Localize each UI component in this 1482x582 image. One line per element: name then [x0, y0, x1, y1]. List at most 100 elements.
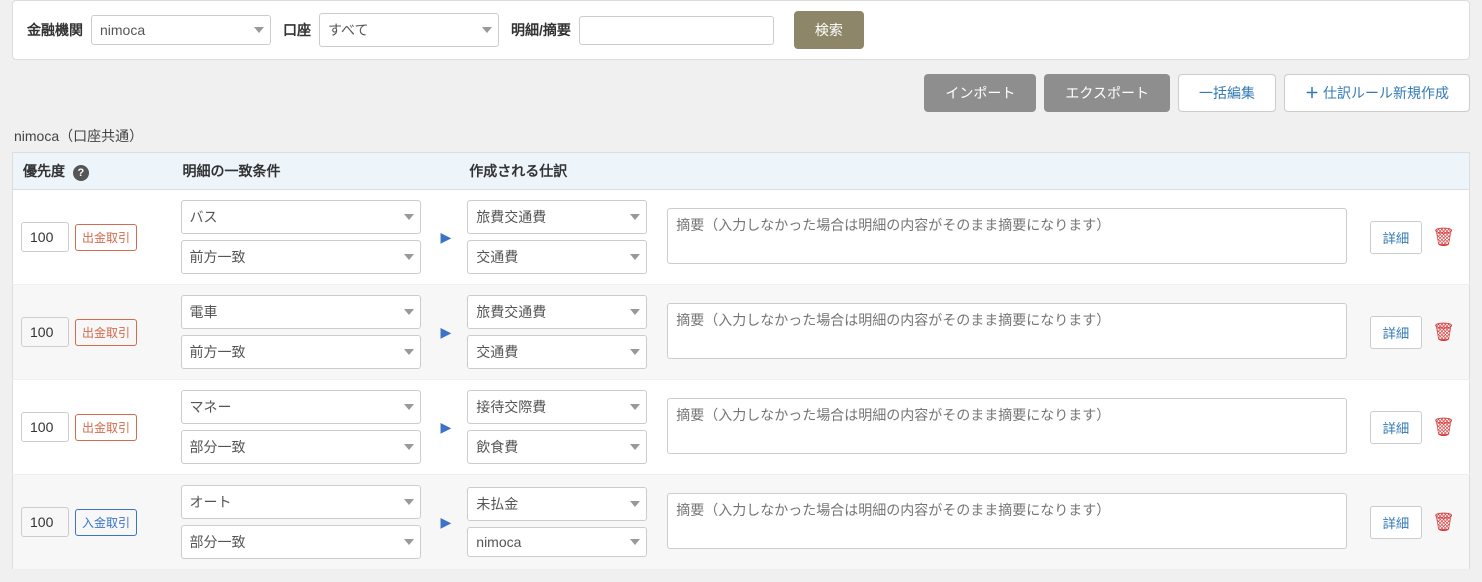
- chevron-down-icon: [404, 404, 414, 410]
- category1-value: 旅費交通費: [476, 209, 546, 225]
- summary-textarea[interactable]: [667, 398, 1347, 454]
- account-value: すべて: [328, 22, 368, 38]
- category1-value: 旅費交通費: [476, 304, 546, 320]
- category1-select[interactable]: 未払金: [467, 487, 647, 521]
- match-type-value: 前方一致: [190, 249, 246, 265]
- section-heading: nimoca（口座共通）: [14, 126, 1470, 146]
- chevron-down-icon: [404, 309, 414, 315]
- chevron-down-icon: [630, 501, 640, 507]
- import-button[interactable]: インポート: [924, 74, 1036, 112]
- plus-icon: ＋: [1305, 83, 1319, 103]
- category1-select[interactable]: 旅費交通費: [467, 200, 647, 234]
- match-type-select[interactable]: 前方一致: [181, 335, 421, 369]
- match-type-select[interactable]: 部分一致: [181, 525, 421, 559]
- keyword-value: マネー: [190, 399, 232, 415]
- table-row: 100出金取引 電車前方一致 ▶ 旅費交通費交通費 詳細 🗑: [13, 285, 1470, 380]
- new-rule-label: 仕訳ルール新規作成: [1323, 83, 1449, 103]
- account-label: 口座: [283, 20, 311, 40]
- match-type-value: 前方一致: [190, 344, 246, 360]
- direction-tag: 出金取引: [75, 414, 137, 441]
- priority-input[interactable]: 100: [21, 412, 69, 442]
- col-conditions: 明細の一致条件: [173, 153, 433, 190]
- priority-input[interactable]: 100: [21, 507, 69, 537]
- col-actions: [1360, 153, 1470, 190]
- help-icon[interactable]: ?: [73, 165, 89, 181]
- category2-select[interactable]: 交通費: [467, 335, 647, 369]
- rules-table: 優先度 ? 明細の一致条件 作成される仕訳 100出金取引バス前方一致▶旅費交通…: [12, 152, 1470, 570]
- chevron-down-icon: [404, 214, 414, 220]
- match-type-value: 部分一致: [190, 534, 246, 550]
- chevron-down-icon: [630, 309, 640, 315]
- chevron-down-icon: [630, 254, 640, 260]
- trash-icon[interactable]: 🗑: [1426, 417, 1461, 437]
- category1-value: 未払金: [476, 496, 518, 512]
- direction-tag: 入金取引: [75, 509, 137, 536]
- table-row: 100出金取引 バス前方一致 ▶ 旅費交通費交通費 詳細 🗑: [13, 190, 1470, 285]
- summary-textarea[interactable]: [667, 303, 1347, 359]
- keyword-select[interactable]: 電車: [181, 295, 421, 329]
- chevron-down-icon: [630, 539, 640, 545]
- arrow-right-icon: ▶: [441, 229, 452, 245]
- chevron-down-icon: [404, 254, 414, 260]
- match-type-select[interactable]: 部分一致: [181, 430, 421, 464]
- bulk-edit-button[interactable]: 一括編集: [1178, 74, 1276, 112]
- direction-tag: 出金取引: [75, 319, 137, 346]
- keyword-select[interactable]: マネー: [181, 390, 421, 424]
- trash-icon[interactable]: 🗑: [1426, 512, 1461, 532]
- chevron-down-icon: [404, 444, 414, 450]
- chevron-down-icon: [404, 499, 414, 505]
- detail-button[interactable]: 詳細: [1370, 316, 1423, 349]
- summary-textarea[interactable]: [667, 208, 1347, 264]
- chevron-down-icon: [404, 539, 414, 545]
- col-journal: 作成される仕訳: [459, 153, 1359, 190]
- keyword-value: 電車: [190, 304, 218, 320]
- keyword-value: バス: [190, 209, 218, 225]
- detail-button[interactable]: 詳細: [1370, 506, 1423, 539]
- chevron-down-icon: [404, 349, 414, 355]
- col-priority: 優先度 ?: [13, 153, 173, 190]
- detail-summary-input[interactable]: [579, 16, 774, 45]
- table-row: 100入金取引 オート部分一致 ▶ 未払金 nimoca 詳細 🗑: [13, 475, 1470, 570]
- chevron-down-icon: [630, 444, 640, 450]
- chevron-down-icon: [630, 404, 640, 410]
- category2-select[interactable]: nimoca: [467, 527, 647, 557]
- category1-select[interactable]: 旅費交通費: [467, 295, 647, 329]
- keyword-select[interactable]: オート: [181, 485, 421, 519]
- trash-icon[interactable]: 🗑: [1426, 227, 1461, 247]
- new-rule-button[interactable]: ＋ 仕訳ルール新規作成: [1284, 74, 1470, 112]
- keyword-select[interactable]: バス: [181, 200, 421, 234]
- category2-value: 交通費: [476, 344, 518, 360]
- priority-input[interactable]: 100: [21, 222, 69, 252]
- export-button[interactable]: エクスポート: [1044, 74, 1170, 112]
- chevron-down-icon: [254, 27, 264, 33]
- category2-select[interactable]: 飲食費: [467, 430, 647, 464]
- direction-tag: 出金取引: [75, 224, 137, 251]
- arrow-right-icon: ▶: [441, 324, 452, 340]
- match-type-select[interactable]: 前方一致: [181, 240, 421, 274]
- match-type-value: 部分一致: [190, 439, 246, 455]
- detail-button[interactable]: 詳細: [1370, 221, 1423, 254]
- filter-panel: 金融機関 nimoca 口座 すべて 明細/摘要 検索: [12, 0, 1470, 60]
- category1-select[interactable]: 接待交際費: [467, 390, 647, 424]
- action-row: インポート エクスポート 一括編集 ＋ 仕訳ルール新規作成: [12, 74, 1470, 112]
- col-arrow: [433, 153, 460, 190]
- search-button[interactable]: 検索: [794, 11, 864, 49]
- detail-summary-label: 明細/摘要: [511, 20, 571, 40]
- institution-select[interactable]: nimoca: [91, 15, 271, 45]
- detail-button[interactable]: 詳細: [1370, 411, 1423, 444]
- arrow-right-icon: ▶: [441, 514, 452, 530]
- table-row: 100出金取引マネー部分一致▶接待交際費飲食費詳細 🗑: [13, 380, 1470, 475]
- category2-select[interactable]: 交通費: [467, 240, 647, 274]
- chevron-down-icon: [630, 214, 640, 220]
- institution-label: 金融機関: [27, 20, 83, 40]
- category2-value: 飲食費: [476, 439, 518, 455]
- priority-input[interactable]: 100: [21, 317, 69, 347]
- chevron-down-icon: [630, 349, 640, 355]
- category1-value: 接待交際費: [476, 399, 546, 415]
- trash-icon[interactable]: 🗑: [1426, 322, 1461, 342]
- summary-textarea[interactable]: [667, 493, 1347, 549]
- category2-value: 交通費: [476, 249, 518, 265]
- account-select[interactable]: すべて: [319, 13, 499, 47]
- keyword-value: オート: [190, 494, 232, 510]
- institution-value: nimoca: [100, 22, 145, 38]
